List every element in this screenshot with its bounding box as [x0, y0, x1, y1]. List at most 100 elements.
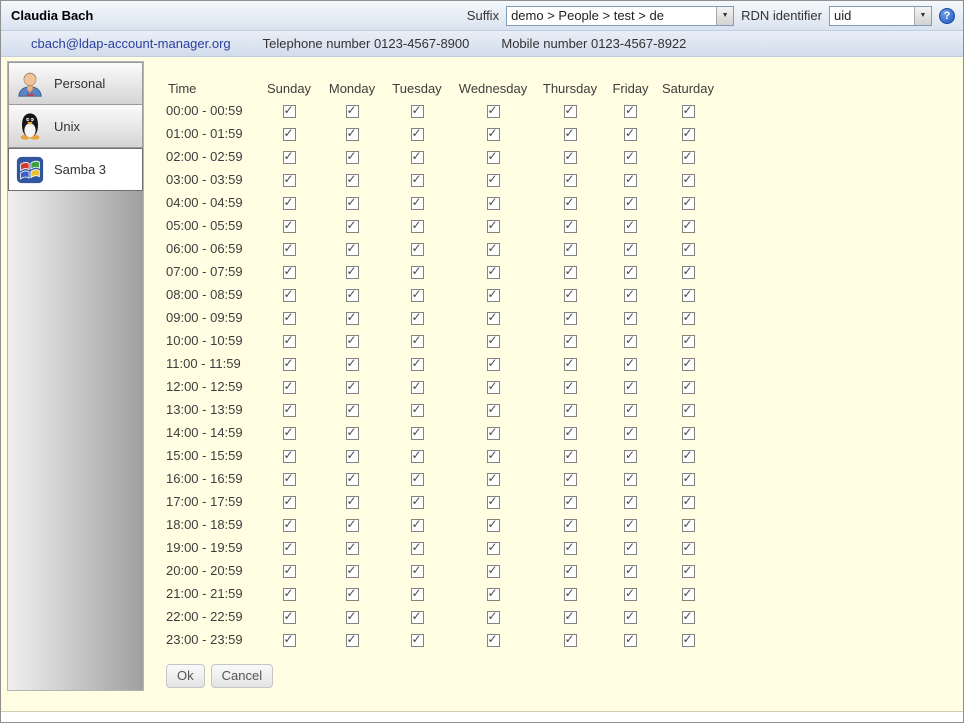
timeslot-checkbox[interactable]	[346, 289, 359, 302]
timeslot-checkbox[interactable]	[411, 335, 424, 348]
timeslot-checkbox[interactable]	[346, 588, 359, 601]
rdn-identifier-select[interactable]: uid ▼	[829, 6, 932, 26]
timeslot-checkbox[interactable]	[682, 358, 695, 371]
timeslot-checkbox[interactable]	[564, 381, 577, 394]
timeslot-checkbox[interactable]	[283, 335, 296, 348]
timeslot-checkbox[interactable]	[682, 588, 695, 601]
timeslot-checkbox[interactable]	[682, 427, 695, 440]
timeslot-checkbox[interactable]	[487, 588, 500, 601]
timeslot-checkbox[interactable]	[346, 542, 359, 555]
timeslot-checkbox[interactable]	[487, 473, 500, 486]
timeslot-checkbox[interactable]	[564, 358, 577, 371]
timeslot-checkbox[interactable]	[346, 450, 359, 463]
timeslot-checkbox[interactable]	[346, 404, 359, 417]
timeslot-checkbox[interactable]	[487, 634, 500, 647]
timeslot-checkbox[interactable]	[346, 565, 359, 578]
timeslot-checkbox[interactable]	[283, 404, 296, 417]
timeslot-checkbox[interactable]	[283, 151, 296, 164]
timeslot-checkbox[interactable]	[487, 105, 500, 118]
timeslot-checkbox[interactable]	[283, 473, 296, 486]
timeslot-checkbox[interactable]	[346, 220, 359, 233]
timeslot-checkbox[interactable]	[564, 427, 577, 440]
timeslot-checkbox[interactable]	[283, 266, 296, 279]
timeslot-checkbox[interactable]	[411, 565, 424, 578]
timeslot-checkbox[interactable]	[346, 243, 359, 256]
timeslot-checkbox[interactable]	[682, 519, 695, 532]
timeslot-checkbox[interactable]	[564, 542, 577, 555]
timeslot-checkbox[interactable]	[346, 496, 359, 509]
timeslot-checkbox[interactable]	[564, 312, 577, 325]
timeslot-checkbox[interactable]	[682, 335, 695, 348]
timeslot-checkbox[interactable]	[682, 128, 695, 141]
timeslot-checkbox[interactable]	[283, 542, 296, 555]
timeslot-checkbox[interactable]	[682, 450, 695, 463]
chevron-down-icon[interactable]: ▼	[914, 7, 931, 25]
timeslot-checkbox[interactable]	[346, 335, 359, 348]
timeslot-checkbox[interactable]	[682, 289, 695, 302]
timeslot-checkbox[interactable]	[624, 174, 637, 187]
timeslot-checkbox[interactable]	[564, 450, 577, 463]
timeslot-checkbox[interactable]	[411, 151, 424, 164]
timeslot-checkbox[interactable]	[624, 151, 637, 164]
timeslot-checkbox[interactable]	[624, 519, 637, 532]
timeslot-checkbox[interactable]	[487, 611, 500, 624]
timeslot-checkbox[interactable]	[411, 243, 424, 256]
timeslot-checkbox[interactable]	[624, 496, 637, 509]
timeslot-checkbox[interactable]	[283, 174, 296, 187]
timeslot-checkbox[interactable]	[487, 151, 500, 164]
timeslot-checkbox[interactable]	[487, 565, 500, 578]
timeslot-checkbox[interactable]	[283, 312, 296, 325]
timeslot-checkbox[interactable]	[624, 473, 637, 486]
tab-personal[interactable]: Personal	[8, 62, 143, 105]
timeslot-checkbox[interactable]	[283, 450, 296, 463]
timeslot-checkbox[interactable]	[682, 197, 695, 210]
timeslot-checkbox[interactable]	[283, 243, 296, 256]
timeslot-checkbox[interactable]	[564, 565, 577, 578]
timeslot-checkbox[interactable]	[283, 289, 296, 302]
timeslot-checkbox[interactable]	[411, 473, 424, 486]
timeslot-checkbox[interactable]	[283, 634, 296, 647]
timeslot-checkbox[interactable]	[682, 220, 695, 233]
tab-unix[interactable]: Unix	[8, 105, 143, 148]
timeslot-checkbox[interactable]	[624, 358, 637, 371]
timeslot-checkbox[interactable]	[624, 197, 637, 210]
email-link[interactable]: cbach@ldap-account-manager.org	[31, 36, 231, 51]
timeslot-checkbox[interactable]	[346, 427, 359, 440]
timeslot-checkbox[interactable]	[682, 404, 695, 417]
timeslot-checkbox[interactable]	[283, 519, 296, 532]
timeslot-checkbox[interactable]	[564, 634, 577, 647]
timeslot-checkbox[interactable]	[346, 381, 359, 394]
timeslot-checkbox[interactable]	[564, 404, 577, 417]
timeslot-checkbox[interactable]	[346, 611, 359, 624]
timeslot-checkbox[interactable]	[487, 542, 500, 555]
timeslot-checkbox[interactable]	[411, 220, 424, 233]
timeslot-checkbox[interactable]	[487, 450, 500, 463]
timeslot-checkbox[interactable]	[283, 611, 296, 624]
timeslot-checkbox[interactable]	[487, 128, 500, 141]
timeslot-checkbox[interactable]	[564, 151, 577, 164]
timeslot-checkbox[interactable]	[682, 381, 695, 394]
timeslot-checkbox[interactable]	[487, 289, 500, 302]
timeslot-checkbox[interactable]	[624, 312, 637, 325]
timeslot-checkbox[interactable]	[564, 174, 577, 187]
timeslot-checkbox[interactable]	[564, 496, 577, 509]
timeslot-checkbox[interactable]	[564, 197, 577, 210]
timeslot-checkbox[interactable]	[411, 312, 424, 325]
timeslot-checkbox[interactable]	[624, 634, 637, 647]
timeslot-checkbox[interactable]	[346, 519, 359, 532]
timeslot-checkbox[interactable]	[682, 565, 695, 578]
timeslot-checkbox[interactable]	[411, 588, 424, 601]
timeslot-checkbox[interactable]	[346, 634, 359, 647]
timeslot-checkbox[interactable]	[624, 220, 637, 233]
timeslot-checkbox[interactable]	[411, 128, 424, 141]
timeslot-checkbox[interactable]	[624, 289, 637, 302]
timeslot-checkbox[interactable]	[624, 105, 637, 118]
suffix-select[interactable]: demo > People > test > de ▼	[506, 6, 734, 26]
timeslot-checkbox[interactable]	[624, 611, 637, 624]
timeslot-checkbox[interactable]	[283, 496, 296, 509]
timeslot-checkbox[interactable]	[564, 473, 577, 486]
timeslot-checkbox[interactable]	[283, 220, 296, 233]
timeslot-checkbox[interactable]	[283, 105, 296, 118]
timeslot-checkbox[interactable]	[487, 266, 500, 279]
timeslot-checkbox[interactable]	[682, 151, 695, 164]
